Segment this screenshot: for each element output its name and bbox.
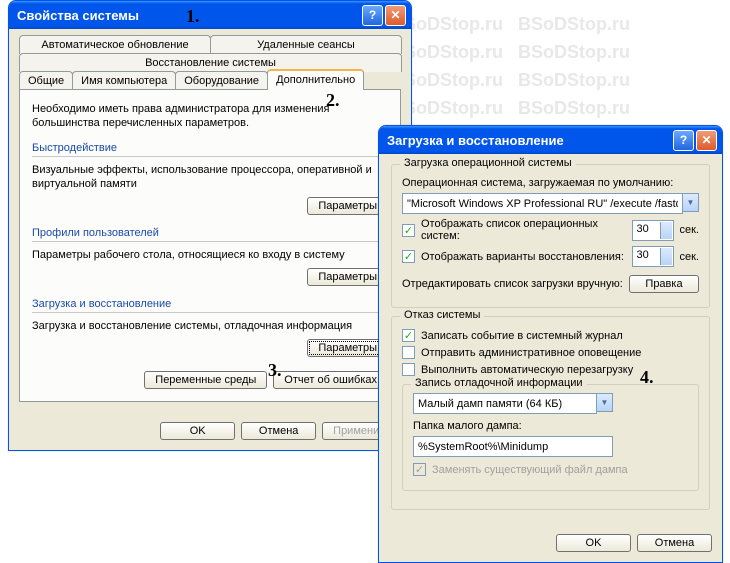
default-os-select[interactable]: [402, 193, 683, 214]
write-event-label: Записать событие в системный журнал: [421, 330, 623, 342]
perf-settings-button[interactable]: Параметры: [307, 197, 388, 215]
titlebar[interactable]: Загрузка и восстановление ? ✕: [379, 126, 722, 154]
intro-text: Необходимо иметь права администратора дл…: [32, 102, 388, 130]
tab-remote[interactable]: Удаленные сеансы: [210, 35, 402, 54]
divider: [32, 312, 388, 313]
show-os-list-checkbox[interactable]: ✓: [402, 224, 415, 237]
help-button[interactable]: ?: [362, 5, 383, 26]
edit-boot-button[interactable]: Правка: [629, 275, 699, 293]
tab-computer-name[interactable]: Имя компьютера: [72, 71, 176, 90]
startup-settings-button[interactable]: Параметры: [307, 339, 388, 357]
tab-auto-update[interactable]: Автоматическое обновление: [19, 35, 211, 54]
default-os-label: Операционная система, загружаемая по умо…: [402, 177, 699, 189]
boot-legend: Загрузка операционной системы: [400, 157, 576, 169]
window-title: Загрузка и восстановление: [387, 133, 673, 148]
divider: [32, 241, 388, 242]
auto-restart-label: Выполнить автоматическую перезагрузку: [421, 364, 633, 376]
profiles-settings-button[interactable]: Параметры: [307, 268, 388, 286]
send-alert-checkbox[interactable]: [402, 346, 415, 359]
help-button[interactable]: ?: [673, 130, 694, 151]
edit-boot-label: Отредактировать список загрузки вручную:: [402, 278, 623, 290]
show-recovery-label: Отображать варианты восстановления:: [421, 251, 626, 263]
perf-title: Быстродействие: [32, 142, 388, 154]
cancel-button[interactable]: Отмена: [241, 422, 316, 440]
seconds-unit: сек.: [680, 224, 700, 236]
divider: [32, 156, 388, 157]
perf-desc: Визуальные эффекты, использование процес…: [32, 163, 388, 191]
profiles-desc: Параметры рабочего стола, относящиеся ко…: [32, 248, 388, 262]
failure-fieldset: Отказ системы ✓ Записать событие в систе…: [391, 316, 710, 510]
overwrite-label: Заменять существующий файл дампа: [432, 464, 628, 476]
overwrite-checkbox: ✓: [413, 463, 426, 476]
failure-legend: Отказ системы: [400, 309, 484, 321]
startup-title: Загрузка и восстановление: [32, 298, 388, 310]
cancel-button[interactable]: Отмена: [637, 534, 712, 552]
seconds-unit: сек.: [680, 251, 700, 263]
auto-restart-checkbox[interactable]: [402, 363, 415, 376]
boot-fieldset: Загрузка операционной системы Операционн…: [391, 164, 710, 308]
titlebar[interactable]: Свойства системы ? ✕: [9, 1, 411, 29]
show-os-list-label: Отображать список операционных систем:: [421, 218, 626, 242]
tab-hardware[interactable]: Оборудование: [175, 71, 268, 90]
send-alert-label: Отправить административное оповещение: [421, 347, 641, 359]
debug-info-legend: Запись отладочной информации: [411, 377, 587, 389]
close-button[interactable]: ✕: [696, 130, 717, 151]
show-recovery-checkbox[interactable]: ✓: [402, 250, 415, 263]
dump-type-select[interactable]: [413, 393, 597, 414]
system-properties-window: Свойства системы ? ✕ Автоматическое обно…: [8, 0, 412, 451]
write-event-checkbox[interactable]: ✓: [402, 329, 415, 342]
dump-folder-input[interactable]: [413, 436, 613, 457]
startup-desc: Загрузка и восстановление системы, отлад…: [32, 319, 388, 333]
os-list-seconds-spinner[interactable]: 30: [632, 220, 674, 241]
debug-info-fieldset: Запись отладочной информации ▼ Папка мал…: [402, 384, 699, 491]
tab-advanced[interactable]: Дополнительно: [267, 69, 364, 90]
env-vars-button[interactable]: Переменные среды: [144, 371, 267, 389]
tab-general[interactable]: Общие: [19, 71, 73, 90]
profiles-title: Профили пользователей: [32, 227, 388, 239]
dump-folder-label: Папка малого дампа:: [413, 420, 688, 432]
chevron-down-icon[interactable]: ▼: [682, 193, 699, 212]
error-report-button[interactable]: Отчет об ошибках: [273, 371, 388, 389]
ok-button[interactable]: OK: [556, 534, 631, 552]
recovery-seconds-spinner[interactable]: 30: [632, 246, 674, 267]
window-title: Свойства системы: [17, 8, 362, 23]
startup-recovery-window: Загрузка и восстановление ? ✕ Загрузка о…: [378, 125, 723, 563]
chevron-down-icon[interactable]: ▼: [596, 393, 613, 412]
ok-button[interactable]: OK: [160, 422, 235, 440]
close-button[interactable]: ✕: [385, 5, 406, 26]
